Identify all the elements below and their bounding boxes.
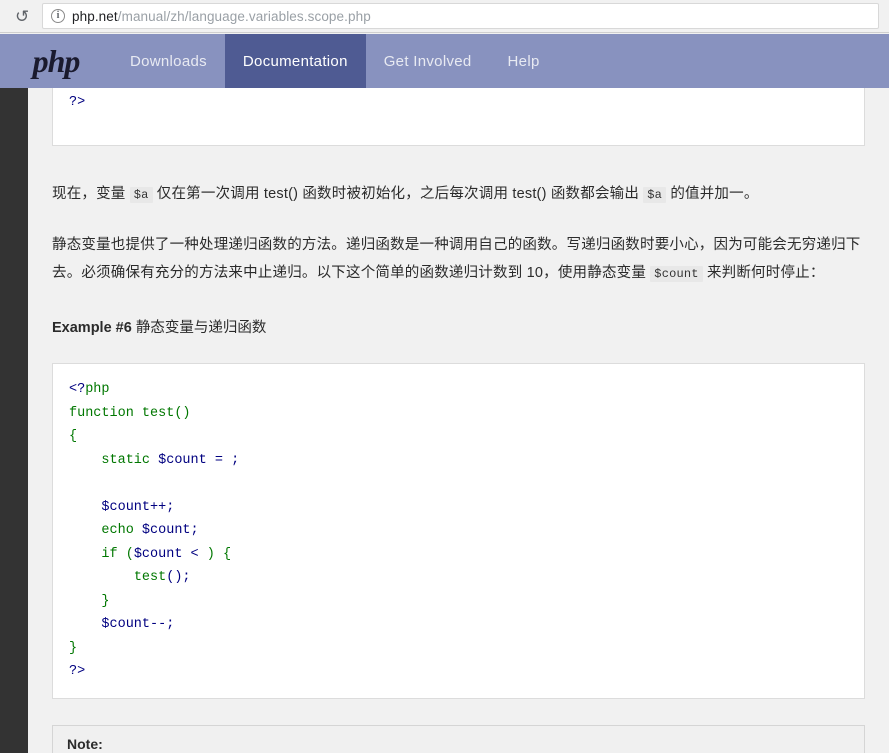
address-bar[interactable]: i php.net/manual/zh/language.variables.s… (42, 3, 879, 29)
reload-glyph: ↻ (14, 6, 30, 26)
example-code-block: <?php function test() { static $count = … (52, 363, 865, 699)
code-line: static $count = ; (101, 452, 240, 468)
example-title-text: 静态变量与递归函数 (131, 320, 267, 336)
nav-item-documentation[interactable]: Documentation (224, 34, 366, 88)
code-line: { (69, 429, 78, 444)
code-line: function test() (69, 405, 191, 421)
code-line: } (101, 593, 110, 609)
p1-text-1: 现在，变量 (52, 186, 130, 202)
example-heading: Example #6 静态变量与递归函数 (52, 316, 865, 337)
site-info-icon[interactable]: i (51, 9, 65, 23)
code-line: $count++; (101, 499, 175, 515)
code-line: test(); (133, 570, 191, 585)
code-line: echo $count; (101, 523, 199, 538)
paragraph-recursion: 静态变量也提供了一种处理递归函数的方法。递归函数是一种调用自己的函数。写递归函数… (52, 231, 865, 288)
prev-code-line-2: ?> (69, 94, 86, 110)
paragraph-static-variable-init: 现在，变量 $a 仅在第一次调用 test() 函数时被初始化，之后每次调用 t… (52, 180, 865, 209)
inline-code-a-2: $a (643, 187, 667, 203)
example-number: Example #6 (52, 320, 132, 336)
p2-text-2: 来判断何时停止： (702, 265, 825, 281)
nav-item-help[interactable]: Help (490, 34, 558, 88)
left-panel-rail (0, 88, 28, 753)
nav-item-downloads[interactable]: Downloads (112, 34, 225, 88)
code-line: $count--; (101, 617, 175, 632)
url-path: /manual/zh/language.variables.scope.php (117, 8, 371, 24)
inline-code-count: $count (650, 266, 703, 282)
url-host: php.net (72, 8, 118, 24)
code-line: } (69, 640, 78, 656)
php-logo[interactable]: php (0, 34, 112, 88)
inline-code-a-1: $a (129, 187, 153, 203)
php-site-navbar: php Downloads Documentation Get Involved… (0, 34, 889, 88)
previous-code-block: } ?> (52, 88, 865, 146)
nav-item-get-involved[interactable]: Get Involved (366, 34, 490, 88)
p1-text-3: 的值并加一。 (666, 186, 759, 202)
page-content: } ?> 现在，变量 $a 仅在第一次调用 test() 函数时被初始化，之后每… (28, 88, 889, 753)
code-line: if ($count < ) { (101, 546, 232, 562)
note-box: Note: (52, 724, 865, 753)
p1-text-2: 仅在第一次调用 test() 函数时被初始化，之后每次调用 test() 函数都… (152, 186, 644, 202)
code-line: ?> (69, 664, 86, 679)
url-text: php.net/manual/zh/language.variables.sco… (72, 9, 371, 24)
code-line: <?php (69, 382, 110, 397)
reload-icon[interactable]: ↻ (8, 2, 36, 30)
browser-window: ↻ i php.net/manual/zh/language.variables… (0, 0, 889, 753)
note-label: Note: (67, 735, 103, 752)
browser-toolbar: ↻ i php.net/manual/zh/language.variables… (0, 0, 889, 33)
page-viewport: } ?> 现在，变量 $a 仅在第一次调用 test() 函数时被初始化，之后每… (28, 88, 889, 753)
